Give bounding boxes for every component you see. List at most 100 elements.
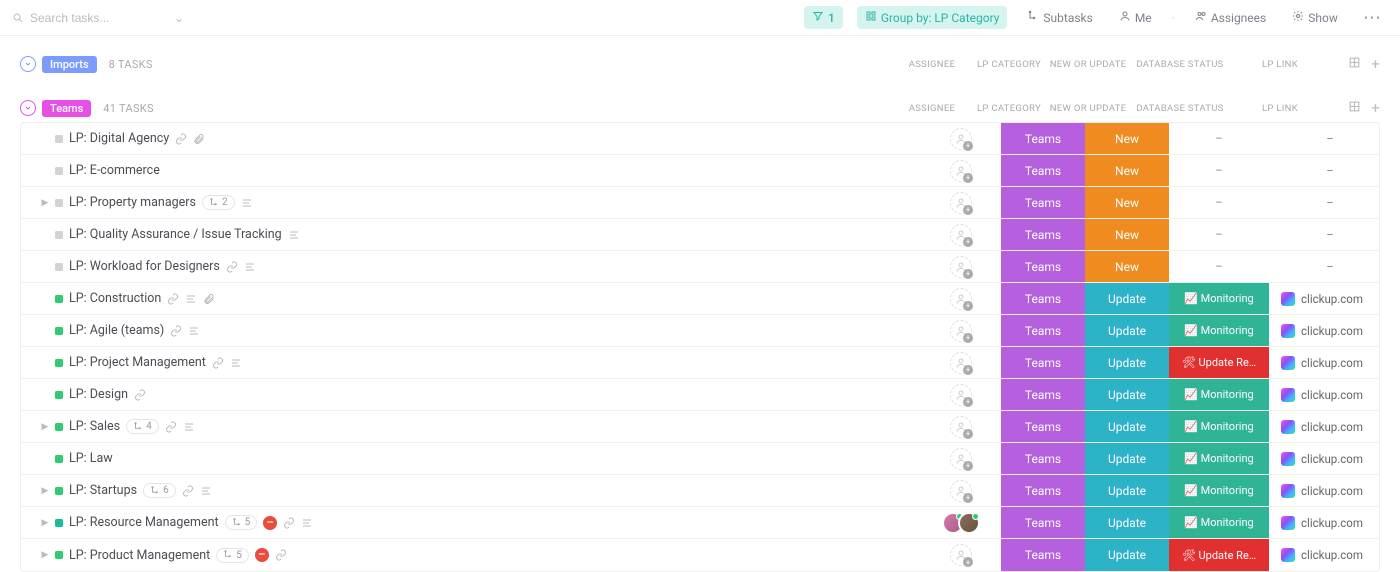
assignee-cell[interactable] [921,283,1001,314]
link-cell[interactable]: clickup.com [1269,315,1379,346]
layout-icon[interactable] [1348,100,1361,116]
status-square[interactable] [55,295,63,303]
more-button[interactable]: ••• [1358,7,1388,29]
avatar[interactable] [958,512,980,534]
category-cell[interactable]: Teams [1001,539,1085,571]
subtask-count-chip[interactable]: 2 [202,195,235,210]
assignee-add[interactable] [950,544,972,566]
newupdate-cell[interactable]: Update [1085,539,1169,571]
assignee-add[interactable] [950,224,972,246]
assignee-cell[interactable] [921,475,1001,506]
link-cell[interactable]: – [1269,155,1379,186]
status-square[interactable] [55,551,63,559]
newupdate-cell[interactable]: Update [1085,283,1169,314]
category-cell[interactable]: Teams [1001,443,1085,474]
assignee-add[interactable] [950,288,972,310]
task-row[interactable]: LP: E-commerce Teams New – – [21,155,1379,187]
status-square[interactable] [55,487,63,495]
task-row[interactable]: LP: Workload for Designers Teams New – – [21,251,1379,283]
assignee-add[interactable] [950,480,972,502]
link-cell[interactable]: clickup.com [1269,507,1379,538]
task-main[interactable]: LP: Agile (teams) [21,315,921,346]
status-square[interactable] [55,455,63,463]
task-row[interactable]: LP: Project Management Teams Update 🛠 Up… [21,347,1379,379]
newupdate-cell[interactable]: New [1085,187,1169,218]
link-cell[interactable]: – [1269,251,1379,282]
subtask-count-chip[interactable]: 5 [225,515,258,530]
category-cell[interactable]: Teams [1001,347,1085,378]
category-cell[interactable]: Teams [1001,219,1085,250]
subtask-count-chip[interactable]: 6 [143,483,176,498]
dbs-cell[interactable]: – [1169,219,1269,250]
assignee-cell[interactable] [921,379,1001,410]
assignee-add[interactable] [950,384,972,406]
newupdate-cell[interactable]: Update [1085,443,1169,474]
task-row[interactable]: LP: Design Teams Update 📈 Monitoring cli… [21,379,1379,411]
link-cell[interactable]: – [1269,123,1379,154]
dbs-cell[interactable]: 📈 Monitoring [1169,507,1269,538]
link-cell[interactable]: clickup.com [1269,475,1379,506]
dbs-cell[interactable]: 🛠 Update Re… [1169,539,1269,571]
dbs-cell[interactable]: 📈 Monitoring [1169,283,1269,314]
show-button[interactable]: Show [1286,6,1344,29]
link-cell[interactable]: – [1269,219,1379,250]
task-main[interactable]: ▶ LP: Sales 4 [21,411,921,442]
status-square[interactable] [55,135,63,143]
newupdate-cell[interactable]: New [1085,123,1169,154]
link-cell[interactable]: clickup.com [1269,347,1379,378]
assignee-cell[interactable] [921,507,1001,538]
group-badge[interactable]: Imports [42,56,97,73]
task-row[interactable]: LP: Quality Assurance / Issue Tracking T… [21,219,1379,251]
category-cell[interactable]: Teams [1001,411,1085,442]
link-cell[interactable]: clickup.com [1269,411,1379,442]
assignee-avatars[interactable] [942,512,980,534]
newupdate-cell[interactable]: Update [1085,475,1169,506]
category-cell[interactable]: Teams [1001,283,1085,314]
assignee-add[interactable] [950,128,972,150]
group-badge[interactable]: Teams [42,100,91,117]
category-cell[interactable]: Teams [1001,251,1085,282]
add-column-icon[interactable]: + [1371,99,1380,117]
newupdate-cell[interactable]: New [1085,219,1169,250]
assignee-cell[interactable] [921,411,1001,442]
link-cell[interactable]: clickup.com [1269,443,1379,474]
category-cell[interactable]: Teams [1001,315,1085,346]
task-row[interactable]: LP: Law Teams Update 📈 Monitoring clicku… [21,443,1379,475]
category-cell[interactable]: Teams [1001,379,1085,410]
search-input[interactable] [30,11,160,25]
task-main[interactable]: ▶ LP: Resource Management 5— [21,507,921,538]
newupdate-cell[interactable]: Update [1085,379,1169,410]
status-square[interactable] [55,327,63,335]
assignee-cell[interactable] [921,347,1001,378]
category-cell[interactable]: Teams [1001,123,1085,154]
add-column-icon[interactable]: + [1371,55,1380,73]
group-toggle[interactable] [20,100,36,116]
task-main[interactable]: ▶ LP: Product Management 5— [21,539,921,571]
category-cell[interactable]: Teams [1001,187,1085,218]
assignee-add[interactable] [950,160,972,182]
status-square[interactable] [55,263,63,271]
newupdate-cell[interactable]: New [1085,251,1169,282]
assignees-button[interactable]: Assignees [1189,6,1272,29]
assignee-cell[interactable] [921,187,1001,218]
task-row[interactable]: ▶ LP: Product Management 5— Teams Update… [21,539,1379,571]
category-cell[interactable]: Teams [1001,507,1085,538]
dbs-cell[interactable]: – [1169,187,1269,218]
dbs-cell[interactable]: 📈 Monitoring [1169,379,1269,410]
task-row[interactable]: LP: Construction Teams Update 📈 Monitori… [21,283,1379,315]
dbs-cell[interactable]: – [1169,251,1269,282]
task-main[interactable]: LP: E-commerce [21,155,921,186]
status-square[interactable] [55,231,63,239]
subtasks-button[interactable]: Subtasks [1021,6,1098,29]
task-main[interactable]: LP: Quality Assurance / Issue Tracking [21,219,921,250]
expand-caret[interactable]: ▶ [41,486,49,496]
task-main[interactable]: LP: Project Management [21,347,921,378]
status-square[interactable] [55,391,63,399]
task-main[interactable]: ▶ LP: Startups 6 [21,475,921,506]
expand-caret[interactable]: ▶ [41,198,49,208]
assignee-cell[interactable] [921,539,1001,571]
status-square[interactable] [55,423,63,431]
task-main[interactable]: LP: Law [21,443,921,474]
dbs-cell[interactable]: – [1169,123,1269,154]
dbs-cell[interactable]: – [1169,155,1269,186]
